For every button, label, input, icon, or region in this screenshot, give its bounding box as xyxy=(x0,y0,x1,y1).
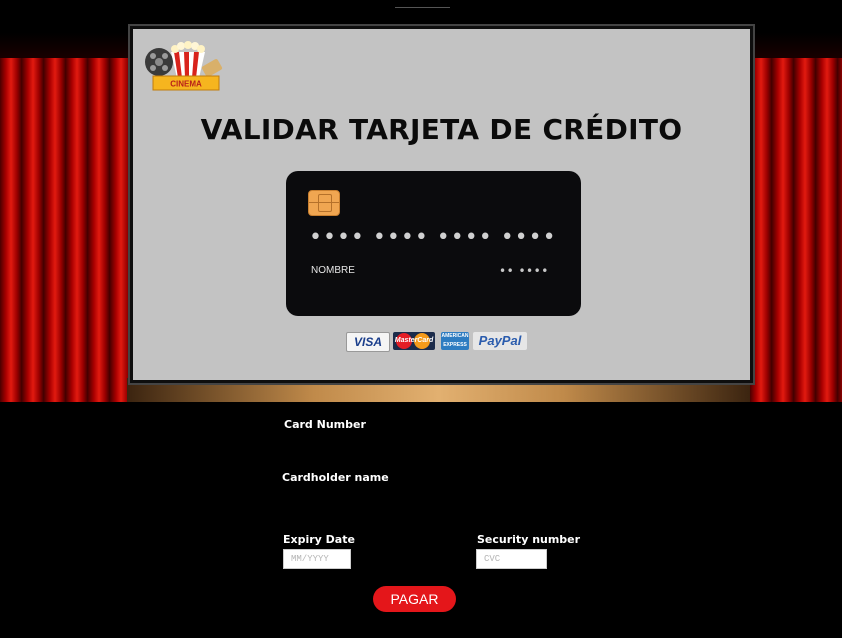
expiry-date-label: Expiry Date xyxy=(283,533,355,546)
cardholder-name-label: Cardholder name xyxy=(282,471,389,484)
visa-icon: VISA xyxy=(346,332,390,352)
curtain-left xyxy=(0,58,130,402)
card-expiry-display: •• •••• xyxy=(499,264,549,278)
stage-top-line xyxy=(395,7,450,8)
logo-text: CINEMA xyxy=(170,80,202,89)
mastercard-icon: MasterCard xyxy=(393,332,435,350)
page-title: VALIDAR TARJETA DE CRÉDITO xyxy=(200,113,683,146)
security-number-label: Security number xyxy=(477,533,581,546)
cinema-screen: CINEMA VALIDAR TARJETA DE CRÉDITO •••• •… xyxy=(128,24,755,385)
cinema-logo-icon: CINEMA xyxy=(145,41,223,91)
credit-card-preview: •••• •••• •••• •••• NOMBRE •• •••• xyxy=(286,171,581,316)
card-number-display: •••• •••• •••• •••• xyxy=(309,225,557,250)
card-name-display: NOMBRE xyxy=(311,265,355,276)
pay-button[interactable]: PAGAR xyxy=(373,586,456,612)
expiry-date-input[interactable] xyxy=(283,549,351,569)
card-number-label: Card Number xyxy=(284,418,366,431)
curtain-right xyxy=(750,58,842,402)
card-chip-icon xyxy=(308,190,340,216)
amex-icon: AMERICAN EXPRESS xyxy=(441,332,469,350)
mastercard-label: MasterCard xyxy=(394,337,434,344)
security-number-input[interactable] xyxy=(476,549,547,569)
paypal-icon: PayPal xyxy=(473,332,527,350)
